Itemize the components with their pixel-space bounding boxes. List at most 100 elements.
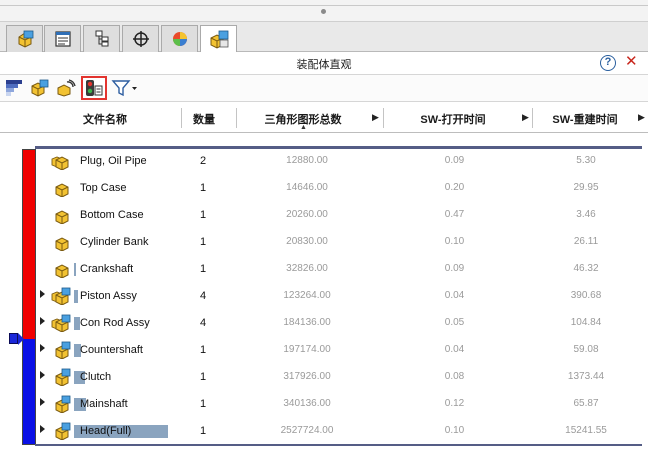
assembly-icon: [55, 395, 71, 413]
cell-file-name: Top Case: [80, 182, 127, 194]
tab-property-manager[interactable]: [44, 25, 81, 52]
expand-arrow-icon[interactable]: [40, 317, 45, 325]
component-row[interactable]: Countershaft 1 197174.00 0.04 59.08: [36, 336, 642, 363]
part-icon: [55, 210, 69, 224]
traffic-light-icon: [86, 80, 103, 96]
cell-file-name: Con Rod Assy: [80, 317, 150, 329]
threshold-slider-handle[interactable]: [9, 333, 18, 344]
tab-display-manager[interactable]: [161, 25, 198, 52]
assembly-visualization-icon: [210, 30, 228, 49]
filter-dropdown-button[interactable]: [110, 77, 140, 99]
visualization-toolbar: [0, 74, 648, 102]
cell-quantity: 2: [199, 155, 207, 167]
cell-file-name: Crankshaft: [80, 263, 134, 275]
column-header-row: 文件名称 数量 三角形图形总数 ▲ ▶ SW-打开时间 ▶ SW-重建时间 ▶: [0, 103, 648, 133]
column-menu-arrow-icon[interactable]: ▶: [522, 112, 529, 123]
traffic-light-button[interactable]: [81, 76, 107, 100]
configuration-manager-icon: [95, 30, 108, 47]
expand-arrow-icon[interactable]: [40, 425, 45, 433]
column-header-rebuild-time[interactable]: SW-重建时间: [535, 111, 635, 127]
cell-open-time: 0.10: [444, 236, 465, 247]
expand-arrow-icon[interactable]: [40, 371, 45, 379]
column-menu-arrow-icon[interactable]: ▶: [638, 112, 645, 123]
component-row[interactable]: Mainshaft 1 340136.00 0.12 65.87: [36, 390, 642, 417]
cell-open-time: 0.04: [444, 344, 465, 355]
help-icon[interactable]: ?: [600, 55, 616, 71]
column-separator[interactable]: [236, 108, 237, 128]
cell-open-time: 0.09: [444, 263, 465, 274]
performance-bar-outline: [22, 149, 36, 445]
component-row[interactable]: Clutch 1 317926.00 0.08 1373.44: [36, 363, 642, 390]
cell-triangle-count: 123264.00: [283, 290, 331, 301]
cell-file-name: Plug, Oil Pipe: [80, 155, 147, 167]
component-row[interactable]: Bottom Case 1 20260.00 0.47 3.46: [36, 201, 642, 228]
component-row[interactable]: Crankshaft 1 32826.00 0.09 46.32: [36, 255, 642, 282]
column-menu-arrow-icon[interactable]: ▶: [372, 112, 379, 123]
tab-configuration-manager[interactable]: [83, 25, 120, 52]
component-row[interactable]: Top Case 1 14646.00 0.20 29.95: [36, 174, 642, 201]
cell-open-time: 0.09: [444, 155, 465, 166]
cell-open-time: 0.10: [444, 425, 465, 436]
cell-file-name: Head(Full): [80, 425, 132, 437]
cell-triangle-count: 14646.00: [286, 182, 328, 193]
panel-grip-strip: [0, 0, 648, 22]
panel-title-bar: 装配体直观 ? ✕: [0, 52, 648, 74]
column-separator[interactable]: [383, 108, 384, 128]
column-header-open-time[interactable]: SW-打开时间: [386, 111, 520, 127]
expand-arrow-icon[interactable]: [40, 344, 45, 352]
tab-assembly-visualization[interactable]: [200, 25, 237, 53]
expand-arrow-icon[interactable]: [40, 290, 45, 298]
component-row[interactable]: Head(Full) 1 2527724.00 0.10 15241.55: [36, 417, 642, 444]
cell-rebuild-time: 29.95: [573, 182, 599, 193]
component-row[interactable]: Plug, Oil Pipe 2 12880.00 0.09 5.30: [36, 147, 642, 174]
cell-quantity: 1: [199, 425, 207, 437]
threshold-slider-pointer[interactable]: [18, 333, 24, 345]
list-bottom-border: [35, 444, 642, 446]
cell-rebuild-time: 104.84: [570, 317, 602, 328]
cell-quantity: 1: [199, 398, 207, 410]
column-header-qty[interactable]: 数量: [183, 111, 225, 127]
cell-open-time: 0.08: [444, 371, 465, 382]
cell-file-name: Mainshaft: [80, 398, 128, 410]
part-multiple-icon: [51, 156, 69, 170]
sort-ascending-icon: ▲: [300, 124, 307, 131]
gradient-spectrum-icon: [6, 80, 22, 96]
component-row[interactable]: Piston Assy 4 123264.00 0.04 390.68: [36, 282, 642, 309]
column-header-name[interactable]: 文件名称: [60, 111, 150, 127]
manager-tab-bar: [0, 22, 648, 53]
tab-dimxpert-manager[interactable]: [122, 25, 159, 52]
cell-rebuild-time: 26.11: [573, 236, 599, 247]
cell-triangle-count: 317926.00: [283, 371, 331, 382]
cell-rebuild-time: 15241.55: [565, 425, 607, 436]
grip-dot[interactable]: [321, 9, 326, 14]
tab-feature-manager[interactable]: [6, 25, 43, 52]
column-separator[interactable]: [181, 108, 182, 128]
cell-rebuild-time: 390.68: [570, 290, 602, 301]
performance-evaluation-icon: [57, 79, 76, 97]
performance-evaluation-button[interactable]: [54, 77, 78, 99]
component-row[interactable]: Cylinder Bank 1 20830.00 0.10 26.11: [36, 228, 642, 255]
dimxpert-icon: [132, 31, 149, 47]
cell-file-name: Cylinder Bank: [80, 236, 149, 248]
expand-arrow-icon[interactable]: [40, 398, 45, 406]
part-icon: [55, 183, 69, 197]
grip-line: [0, 5, 648, 6]
component-row[interactable]: Con Rod Assy 4 184136.00 0.05 104.84: [36, 309, 642, 336]
close-icon[interactable]: ✕: [625, 54, 638, 70]
cell-open-time: 0.20: [444, 182, 465, 193]
part-icon: [55, 237, 69, 251]
gradient-spectrum-button[interactable]: [2, 77, 26, 99]
part-icon: [55, 264, 69, 278]
assembly-components-button[interactable]: [28, 77, 52, 99]
cell-open-time: 0.05: [444, 317, 465, 328]
cell-triangle-count: 12880.00: [286, 155, 328, 166]
cell-quantity: 1: [199, 182, 207, 194]
cell-triangle-count: 2527724.00: [280, 425, 334, 436]
column-separator[interactable]: [532, 108, 533, 128]
property-manager-icon: [54, 31, 71, 47]
cell-file-name: Piston Assy: [80, 290, 137, 302]
assembly-multiple-icon: [51, 314, 71, 332]
cell-triangle-count: 184136.00: [283, 317, 331, 328]
cell-triangle-count: 32826.00: [286, 263, 328, 274]
display-manager-icon: [172, 32, 187, 46]
